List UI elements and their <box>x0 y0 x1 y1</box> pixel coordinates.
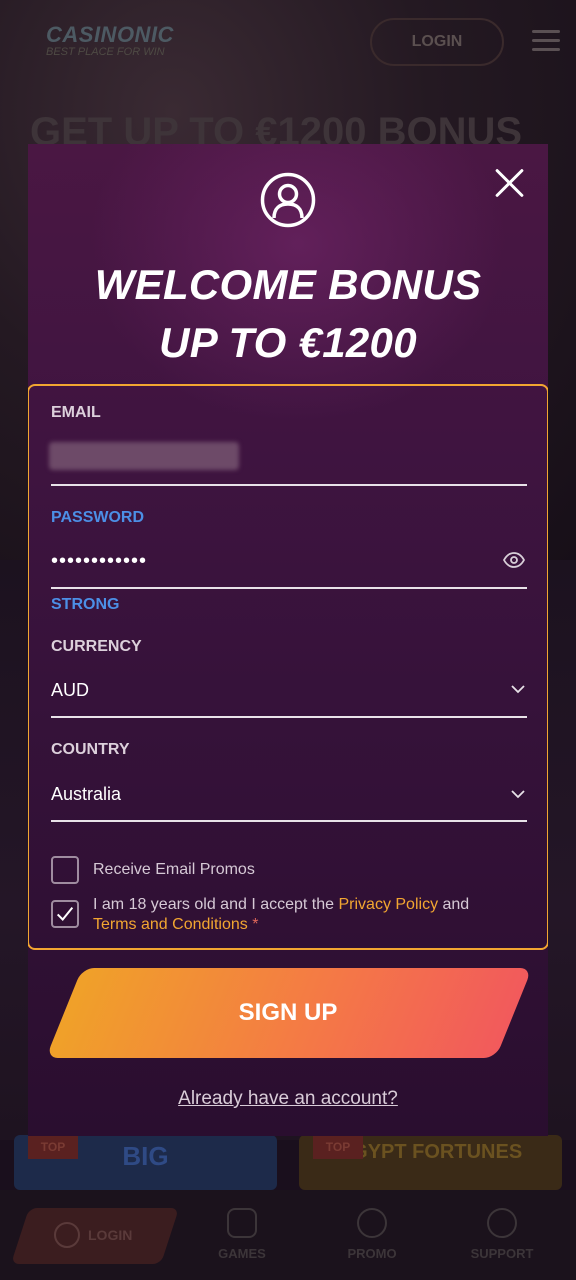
password-field[interactable]: •••••••••••• <box>51 550 147 573</box>
bottom-nav-label: SUPPORT <box>470 1246 534 1261</box>
promo-checkbox[interactable] <box>51 856 79 884</box>
chevron-down-icon[interactable] <box>511 787 525 801</box>
dice-icon <box>227 1208 257 1238</box>
currency-select[interactable]: AUD <box>51 680 89 701</box>
terms-conditions-link[interactable]: Terms and Conditions <box>93 916 248 933</box>
game-tile[interactable]: EGYPT FORTUNES TOP <box>299 1135 562 1190</box>
bottom-nav-login-label: LOGIN <box>88 1227 133 1243</box>
top-badge: TOP <box>313 1135 363 1159</box>
eye-icon[interactable] <box>503 552 525 568</box>
email-field[interactable] <box>49 442 239 470</box>
terms-text-and: and <box>438 896 470 913</box>
bottom-nav: LOGIN GAMES PROMO SUPPORT <box>0 1190 576 1280</box>
signup-form: EMAIL PASSWORD •••••••••••• STRONG CURRE… <box>28 384 548 950</box>
country-underline <box>51 820 527 822</box>
country-select[interactable]: Australia <box>51 784 121 805</box>
required-mark: * <box>247 916 259 933</box>
user-icon <box>54 1222 80 1248</box>
game-tiles: BIG TOP EGYPT FORTUNES TOP <box>14 1135 562 1190</box>
bottom-nav-login-content: LOGIN <box>54 1222 132 1248</box>
chat-icon <box>487 1208 517 1238</box>
chevron-down-icon[interactable] <box>511 682 525 696</box>
terms-checkbox[interactable] <box>51 900 79 928</box>
headline-line-1: WELCOME BONUS <box>94 261 482 308</box>
site-logo[interactable]: CASINONIC BEST PLACE FOR WIN <box>46 22 174 58</box>
terms-text: I am 18 years old and I accept the <box>93 896 339 913</box>
promo-checkbox-label: Receive Email Promos <box>93 861 255 878</box>
email-underline <box>51 484 527 486</box>
coin-icon <box>357 1208 387 1238</box>
privacy-policy-link[interactable]: Privacy Policy <box>338 896 438 913</box>
bottom-nav-label: GAMES <box>218 1246 266 1261</box>
password-label: PASSWORD <box>51 509 145 526</box>
currency-label: CURRENCY <box>51 638 142 655</box>
bottom-nav-label: PROMO <box>347 1246 397 1261</box>
signup-modal: WELCOME BONUS UP TO €1200 EMAIL PASSWORD… <box>28 144 548 1136</box>
currency-underline <box>51 716 527 718</box>
close-icon[interactable] <box>492 166 526 200</box>
bottom-nav-games[interactable]: GAMES <box>192 1208 292 1261</box>
modal-headline: WELCOME BONUS UP TO €1200 <box>28 256 548 372</box>
email-label: EMAIL <box>51 404 101 421</box>
headline-line-2: UP TO €1200 <box>159 319 417 366</box>
signup-button[interactable] <box>45 968 533 1058</box>
user-icon <box>260 172 316 228</box>
hamburger-menu-icon[interactable] <box>532 30 560 57</box>
game-tile[interactable]: BIG TOP <box>14 1135 277 1190</box>
login-link[interactable]: Already have an account? <box>28 1088 548 1110</box>
top-badge: TOP <box>28 1135 78 1159</box>
bottom-nav-promo[interactable]: PROMO <box>322 1208 422 1261</box>
checkmark-icon <box>56 906 74 922</box>
header-login-button[interactable]: LOGIN <box>370 18 504 66</box>
logo-name: CASINONIC <box>46 22 174 47</box>
logo-tagline: BEST PLACE FOR WIN <box>46 46 165 58</box>
country-label: COUNTRY <box>51 741 130 758</box>
password-underline <box>51 587 527 589</box>
password-strength: STRONG <box>51 596 120 613</box>
terms-checkbox-label: I am 18 years old and I accept the Priva… <box>93 895 513 935</box>
bottom-nav-support[interactable]: SUPPORT <box>452 1208 552 1261</box>
